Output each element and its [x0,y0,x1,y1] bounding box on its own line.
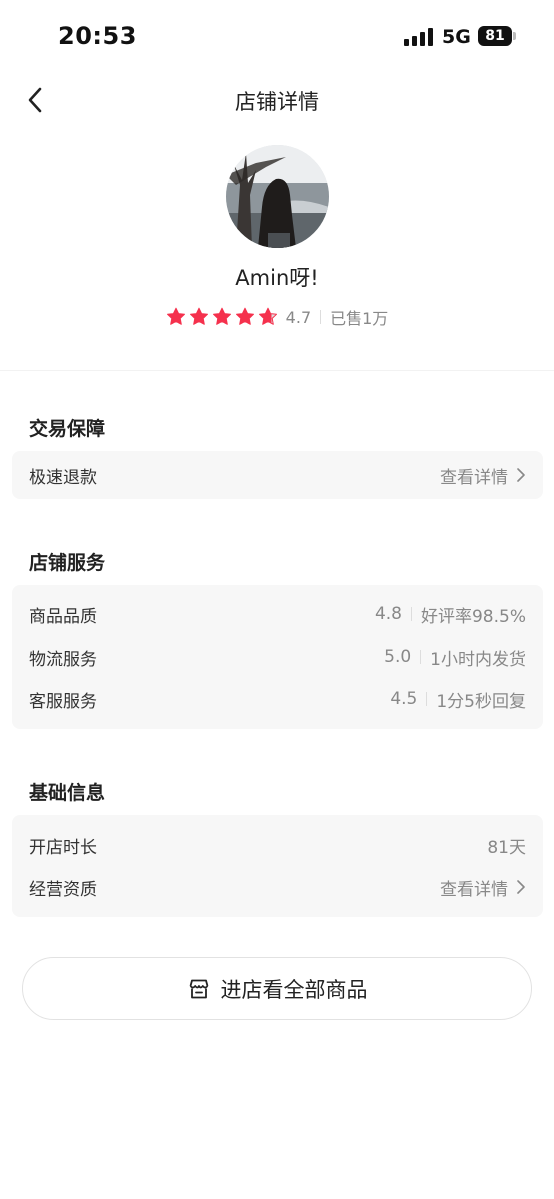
qualification-label: 经营资质 [29,879,97,900]
star-rating [166,307,278,327]
view-details-text: 查看详情 [440,879,508,900]
store-icon [189,979,208,998]
page-title: 店铺详情 [235,90,319,114]
qualification-detail-link[interactable]: 查看详情 [440,875,526,900]
service-score: 5.0 [384,647,412,667]
refund-label: 极速退款 [29,467,97,488]
service-note: 1分5秒回复 [436,691,526,712]
shop-avatar[interactable] [225,145,329,248]
service-label: 客服服务 [29,691,97,712]
status-bar: 20:53 5G 81 [0,0,554,72]
service-row-logistics: 物流服务 5.0 1小时内发货 [29,644,526,670]
open-duration-label: 开店时长 [29,837,97,858]
separator [410,607,412,621]
guarantee-card: 极速退款 查看详情 [12,451,543,499]
enter-store-button[interactable]: 进店看全部商品 [22,957,532,1020]
service-row-customer: 客服服务 4.5 1分5秒回复 [29,686,526,712]
section-title-services: 店铺服务 [29,552,106,574]
qualification-row[interactable]: 经营资质 查看详情 [29,874,526,900]
refund-row[interactable]: 极速退款 查看详情 [29,462,526,488]
rating-row: 4.7 已售1万 [0,306,554,328]
status-time: 20:53 [58,22,137,50]
nav-bar: 店铺详情 [0,72,554,128]
separator [420,650,422,664]
services-card: 商品品质 4.8 好评率98.5% 物流服务 5.0 1小时内发货 客服服务 4… [12,585,543,729]
battery-icon: 81 [478,26,512,46]
refund-detail-link[interactable]: 查看详情 [440,463,526,488]
star-icon [235,307,254,325]
shop-profile: Amin呀! 4.7 已售1万 [0,145,554,328]
section-title-basic: 基础信息 [29,782,106,804]
service-score: 4.5 [390,689,418,709]
chevron-right-icon [517,880,525,894]
rating-value: 4.7 [285,307,312,327]
service-note: 1小时内发货 [430,649,526,670]
service-label: 商品品质 [29,606,97,627]
signal-icon [404,28,434,46]
star-icon [189,307,208,325]
shop-name: Amin呀! [235,266,319,290]
section-title-guarantee: 交易保障 [29,418,106,440]
service-note: 好评率98.5% [420,606,526,627]
sold-count: 已售1万 [330,309,389,328]
service-label: 物流服务 [29,649,97,670]
section-divider [0,370,554,371]
star-icon [166,307,185,325]
network-type: 5G [442,26,471,48]
separator [426,692,428,706]
service-row-quality: 商品品质 4.8 好评率98.5% [29,601,526,627]
view-details-text: 查看详情 [440,467,508,488]
service-score: 4.8 [374,604,402,624]
star-icon [212,307,231,325]
open-duration-row: 开店时长 81天 [29,832,526,858]
star-icon [258,307,277,325]
chevron-right-icon [517,468,525,482]
enter-store-label: 进店看全部商品 [220,977,368,1002]
separator [320,310,322,324]
battery-tip [513,32,516,40]
basic-info-card: 开店时长 81天 经营资质 查看详情 [12,815,543,917]
open-duration-value: 81天 [487,837,526,858]
